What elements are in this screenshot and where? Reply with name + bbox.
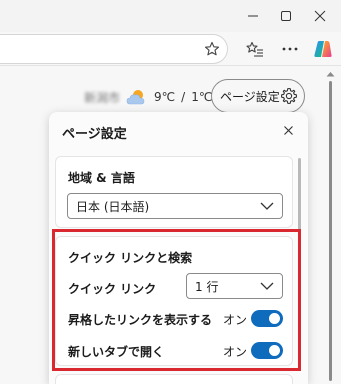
region-language-select[interactable]: 日本 (日本語) — [67, 193, 283, 219]
minimize-icon — [248, 15, 258, 17]
highlight-box — [52, 229, 301, 371]
chevron-down-icon — [260, 202, 274, 210]
temperature-high: 9℃ — [154, 90, 176, 104]
weather-widget[interactable]: 新潟市 9℃ / 1℃ — [84, 85, 212, 109]
page-settings-button[interactable]: ページ設定 — [211, 79, 305, 113]
weather-location: 新潟市 — [84, 90, 121, 105]
region-language-title: 地域 & 言語 — [68, 171, 135, 185]
favorites-button[interactable] — [241, 35, 269, 63]
copilot-icon — [314, 41, 332, 57]
gear-icon — [280, 87, 298, 105]
favorites-list-icon — [246, 41, 263, 57]
favorite-button[interactable] — [198, 35, 226, 63]
copilot-button[interactable] — [309, 35, 337, 63]
title-bar — [0, 0, 341, 32]
more-options-icon — [282, 47, 298, 51]
close-icon — [314, 10, 326, 22]
maximize-icon — [281, 11, 291, 21]
close-window-button[interactable] — [297, 0, 341, 32]
panel-close-button[interactable] — [278, 120, 298, 140]
panel-title: ページ設定 — [62, 127, 127, 142]
page-settings-label: ページ設定 — [220, 89, 280, 104]
address-bar[interactable] — [0, 34, 228, 64]
partly-cloudy-icon — [126, 90, 145, 105]
next-settings-card — [55, 374, 293, 384]
more-options-button[interactable] — [276, 35, 304, 63]
region-language-value: 日本 (日本語) — [76, 199, 150, 214]
close-icon — [283, 125, 293, 135]
scrollbar-thumb[interactable] — [329, 81, 332, 381]
region-language-card: 地域 & 言語 日本 (日本語) — [55, 156, 293, 228]
favorite-star-icon — [204, 41, 220, 56]
scroll-up-icon[interactable] — [326, 71, 335, 77]
temperature-low: 1℃ — [191, 90, 213, 104]
page-scrollbar[interactable] — [320, 67, 341, 384]
browser-toolbar — [0, 32, 341, 66]
temperature-separator: / — [181, 90, 186, 104]
